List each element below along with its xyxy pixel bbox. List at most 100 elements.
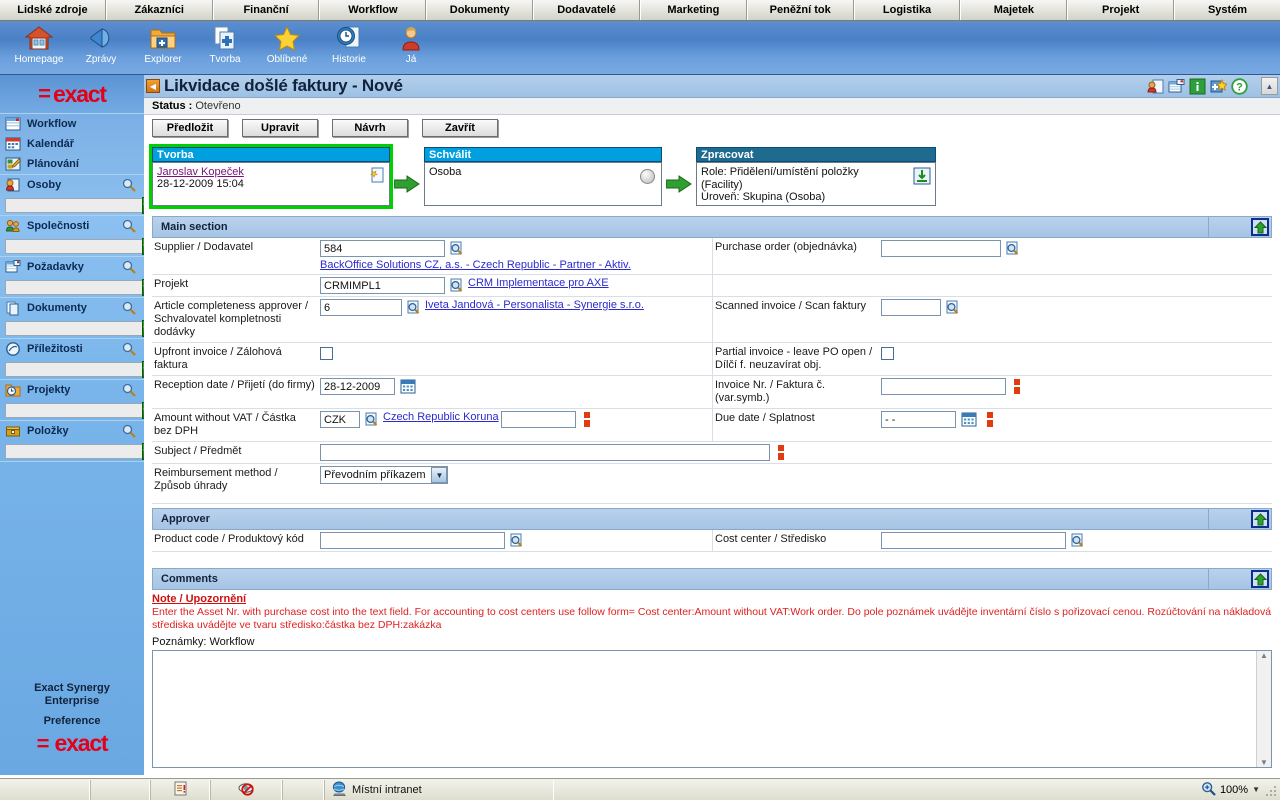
search-icon[interactable] [122,424,136,438]
toolbar-favorites[interactable]: Oblíbené [256,21,318,73]
field-project-input[interactable] [320,277,445,294]
scroll-up-icon[interactable]: ▲ [1260,651,1268,660]
search-icon[interactable] [122,260,136,274]
magnifier-plus-icon[interactable] [1201,781,1216,799]
sidebar-item-workflow[interactable]: Workflow [0,114,144,134]
workflow-creator-link[interactable]: Jaroslav Kopeček [157,166,385,178]
close-button[interactable]: Zavřít [422,119,498,137]
search-icon[interactable] [122,219,136,233]
sidebar-item-projects[interactable]: Projekty [0,380,144,400]
field-upfront-invoice-checkbox[interactable] [320,347,333,360]
lookup-icon[interactable] [406,300,421,315]
comments-textarea[interactable]: ▲ ▼ [152,650,1272,768]
cards-icon[interactable] [1168,78,1185,95]
menu-item-project[interactable]: Projekt [1067,0,1175,20]
edit-button[interactable]: Upravit [242,119,318,137]
field-supplier-link[interactable]: BackOffice Solutions CZ, a.s. - Czech Re… [320,259,631,272]
search-icon[interactable] [122,383,136,397]
toolbar-create[interactable]: Tvorba [194,21,256,73]
field-reception-date-input[interactable] [320,378,395,395]
calendar-icon[interactable] [961,412,977,427]
add-favorite-icon[interactable] [1210,78,1229,95]
menu-item-assets[interactable]: Majetek [960,0,1068,20]
sidebar-search-companies-input[interactable] [5,238,142,254]
status-cell-blocked[interactable] [210,779,282,800]
field-reimbursement-method-select[interactable]: Převodním příkazem ▼ [320,466,449,484]
person-document-icon[interactable] [1147,78,1164,95]
status-cell-notes[interactable] [150,779,210,800]
info-icon[interactable] [1189,78,1206,95]
sidebar-search-documents-input[interactable] [5,320,142,336]
field-currency-input[interactable] [320,411,360,428]
workflow-step-create[interactable]: Tvorba Jaroslav Kopeček 28-12-2009 15:04 [149,144,393,209]
textarea-scrollbar[interactable]: ▲ ▼ [1256,651,1271,767]
field-subject-input[interactable] [320,444,770,461]
chevron-down-icon[interactable]: ▼ [431,467,448,483]
sidebar-item-planning[interactable]: Plánování [0,154,144,174]
sidebar-item-companies[interactable]: Společnosti [0,216,144,236]
lookup-icon[interactable] [449,278,464,293]
sidebar-search-items-input[interactable] [5,443,142,459]
notes-icon[interactable] [173,781,188,799]
field-article-approver-link[interactable]: Iveta Jandová - Personalista - Synergie … [425,299,644,312]
blocked-icon[interactable] [238,781,255,799]
sidebar-item-calendar[interactable]: Kalendář [0,134,144,154]
field-partial-invoice-checkbox[interactable] [881,347,894,360]
workflow-step-process[interactable]: Zpracovat Role: Přidělení/umístění polož… [696,147,936,206]
toolbar-explorer[interactable]: Explorer [132,21,194,73]
section-comments-collapse-icon[interactable] [1251,570,1269,588]
sidebar-item-documents[interactable]: Dokumenty [0,298,144,318]
field-purchase-order-input[interactable] [881,240,1001,257]
collapse-sidebar-icon[interactable]: ◀ [146,79,160,93]
menu-item-documents[interactable]: Dokumenty [426,0,534,20]
download-document-icon[interactable] [913,167,931,185]
workflow-step-approve[interactable]: Schválit Osoba [424,147,662,206]
submit-button[interactable]: Předložit [152,119,228,137]
security-zone[interactable]: Místní intranet [324,779,554,800]
menu-item-suppliers[interactable]: Dodavatelé [533,0,640,20]
menu-item-system[interactable]: Systém [1174,0,1280,20]
menu-item-customers[interactable]: Zákazníci [105,0,213,20]
menu-item-financial[interactable]: Finanční [212,0,320,20]
draft-button[interactable]: Návrh [332,119,408,137]
lookup-icon[interactable] [945,300,960,315]
lookup-icon[interactable] [1070,533,1085,548]
sidebar-search-requests-input[interactable] [5,279,142,295]
sidebar-search-projects-input[interactable] [5,402,142,418]
sidebar-search-persons-input[interactable] [5,197,142,213]
help-icon[interactable]: ? [1231,78,1248,95]
field-product-code-input[interactable] [320,532,505,549]
lookup-icon[interactable] [509,533,524,548]
resize-grip-icon[interactable] [1264,784,1278,798]
sidebar-search-opportunities-input[interactable] [5,361,142,377]
toolbar-messages[interactable]: Zprávy [70,21,132,73]
menu-item-marketing[interactable]: Marketing [639,0,747,20]
toolbar-me[interactable]: Já [380,21,442,73]
field-invoice-number-input[interactable] [881,378,1006,395]
sidebar-item-opportunities[interactable]: Příležitosti [0,339,144,359]
search-icon[interactable] [122,178,136,192]
section-main-collapse-icon[interactable] [1251,218,1269,236]
field-currency-link[interactable]: Czech Republic Koruna [383,411,499,424]
field-article-approver-input[interactable] [320,299,402,316]
menu-item-workflow[interactable]: Workflow [319,0,427,20]
sidebar-item-items[interactable]: Položky [0,421,144,441]
lookup-icon[interactable] [449,241,464,256]
menu-item-cashflow[interactable]: Peněžní tok [746,0,854,20]
lookup-icon[interactable] [1005,241,1020,256]
scroll-down-icon[interactable]: ▼ [1260,758,1268,767]
field-scanned-invoice-input[interactable] [881,299,941,316]
toolbar-homepage[interactable]: Homepage [8,21,70,73]
sidebar-item-persons[interactable]: Osoby [0,175,144,195]
search-icon[interactable] [122,342,136,356]
field-project-link[interactable]: CRM Implementace pro AXE [468,277,609,290]
new-document-star-icon[interactable] [367,167,385,185]
calendar-icon[interactable] [400,379,416,394]
menu-item-logistics[interactable]: Logistika [853,0,961,20]
scroll-up-button[interactable]: ▲ [1261,77,1278,95]
search-icon[interactable] [122,301,136,315]
menu-item-hr[interactable]: Lidské zdroje [0,0,106,20]
sidebar-item-requests[interactable]: Požadavky [0,257,144,277]
lookup-icon[interactable] [364,412,379,427]
section-approver-collapse-icon[interactable] [1251,510,1269,528]
